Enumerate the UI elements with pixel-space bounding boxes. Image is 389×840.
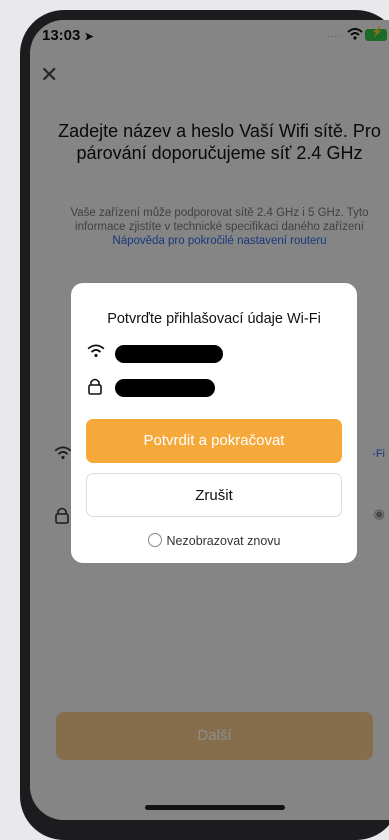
wifi-confirm-dialog: Potvrďte přihlašovací údaje Wi-Fi Potvrd… [71,283,357,563]
dont-show-label: Nezobrazovat znovu [166,534,281,548]
dialog-title: Potvrďte přihlašovací údaje Wi-Fi [107,311,321,327]
lock-icon [88,378,102,395]
home-indicator [145,805,285,810]
dont-show-again-option[interactable]: Nezobrazovat znovu [71,533,357,548]
confirm-continue-button[interactable]: Potvrdit a pokračovat [86,419,342,463]
dialog-ssid-row [87,341,341,367]
cancel-button[interactable]: Zrušit [86,473,342,517]
dont-show-radio[interactable] [147,533,162,547]
dialog-password-row [87,375,341,401]
wifi-icon [87,344,105,358]
redacted-password [115,379,215,397]
redacted-ssid [115,345,223,363]
